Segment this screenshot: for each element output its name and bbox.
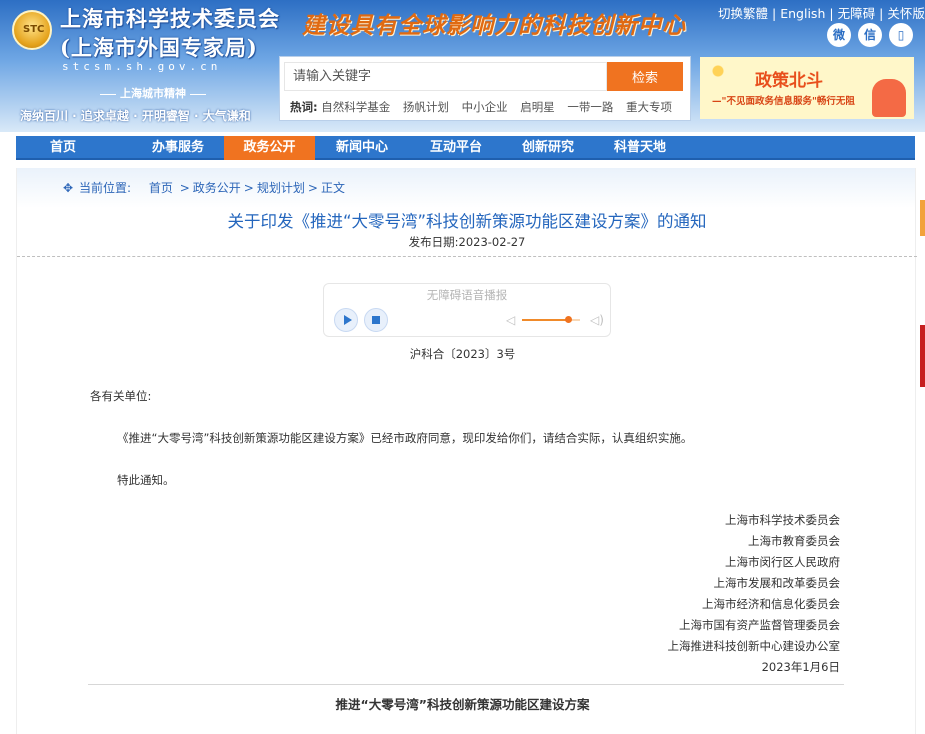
weibo-icon[interactable]: 微: [827, 23, 851, 47]
sign-date: 2023年1月6日: [761, 660, 840, 674]
breadcrumb-government-affairs[interactable]: 政务公开: [193, 181, 241, 195]
stop-icon[interactable]: [364, 308, 388, 332]
english-link[interactable]: English: [780, 6, 825, 21]
hot-word-link[interactable]: 重大专项: [626, 100, 672, 114]
top-links: 切换繁體 | English | 无障碍 | 关怀版: [718, 6, 925, 21]
divider: [17, 256, 917, 257]
volume-low-icon: ◁: [506, 313, 516, 327]
spirit-text: 海纳百川 · 追求卓越 · 开明睿智 · 大气谦和: [20, 109, 251, 123]
mobile-icon[interactable]: ▯: [889, 23, 913, 47]
search-input[interactable]: [284, 62, 607, 91]
hand-illustration-icon: [872, 79, 906, 117]
publish-date-value: 2023-02-27: [458, 235, 526, 249]
hot-word-link[interactable]: 启明星: [520, 100, 555, 114]
slogan: 建设具有全球影响力的科技创新中心: [302, 12, 686, 39]
breadcrumb-current: 正文: [320, 181, 345, 195]
hot-word-link[interactable]: 自然科学基金: [321, 100, 390, 114]
tts-title: 无障碍语音播报: [426, 288, 508, 302]
main-nav: 首页 办事服务 政务公开 新闻中心 互动平台 创新研究 科普天地: [16, 136, 915, 160]
body-paragraph: 特此通知。: [117, 473, 175, 487]
search-button[interactable]: 检索: [607, 62, 683, 91]
publish-date: 发布日期:2023-02-27: [17, 234, 917, 250]
volume-slider-knob[interactable]: [565, 316, 573, 323]
article-title: 关于印发《推进“大零号湾”科技创新策源功能区建设方案》的通知: [227, 212, 707, 231]
plan-title: 推进“大零号湾”科技创新策源功能区建设方案: [335, 697, 590, 712]
nav-item-science[interactable]: 科普天地: [593, 136, 687, 160]
salutation: 各有关单位:: [90, 389, 152, 403]
hot-word-link[interactable]: 中小企业: [462, 100, 508, 114]
accessibility-link[interactable]: 无障碍: [838, 6, 876, 21]
site-header: STC 上海市科学技术委员会 (上海市外国专家局) stcsm.sh.gov.c…: [0, 0, 925, 132]
nav-item-innovation[interactable]: 创新研究: [501, 136, 595, 160]
signer: 上海市经济和信息化委员会: [702, 597, 840, 611]
logo-emblem-icon[interactable]: STC: [12, 10, 52, 50]
spirit-title: 上海城市精神: [96, 85, 210, 101]
policy-banner-title: 政策北斗: [755, 71, 823, 91]
volume-slider[interactable]: [522, 316, 580, 323]
side-float-tab[interactable]: [920, 325, 925, 387]
signer: 上海市闵行区人民政府: [725, 555, 840, 569]
nav-item-home[interactable]: 首页: [16, 136, 110, 160]
side-float-tab[interactable]: [920, 200, 925, 236]
breadcrumb: ✥ 当前位置: 首页 > 政务公开 > 规划计划 > 正文: [63, 181, 345, 195]
traditional-chinese-link[interactable]: 切换繁體: [718, 6, 768, 21]
tts-player: 无障碍语音播报 ◁ ◁): [323, 283, 611, 337]
publish-date-label: 发布日期:: [408, 235, 459, 249]
signer: 上海市科学技术委员会: [725, 513, 840, 527]
nav-item-interaction[interactable]: 互动平台: [409, 136, 503, 160]
signer: 上海推进科技创新中心建设办公室: [667, 639, 841, 653]
nav-item-news[interactable]: 新闻中心: [315, 136, 409, 160]
volume-slider-fill: [522, 319, 569, 321]
breadcrumb-label: 当前位置:: [79, 181, 132, 195]
nav-item-services[interactable]: 办事服务: [131, 136, 225, 160]
divider: [88, 684, 844, 685]
hot-word-link[interactable]: 扬帆计划: [403, 100, 449, 114]
signer: 上海市国有资产监督管理委员会: [679, 618, 840, 632]
signers: 上海市科学技术委员会 上海市教育委员会 上海市闵行区人民政府 上海市发展和改革委…: [516, 510, 841, 678]
policy-banner-subtitle: —"不见面政务信息服务"畅行无阻: [712, 96, 855, 107]
nav-item-government-affairs[interactable]: 政务公开: [224, 136, 315, 160]
org-title[interactable]: 上海市科学技术委员会: [60, 3, 280, 33]
hot-words-label: 热词:: [290, 100, 318, 114]
play-icon[interactable]: [334, 308, 358, 332]
signer: 上海市教育委员会: [748, 534, 840, 548]
location-icon: ✥: [63, 181, 74, 195]
search-box: 检索 热词: 自然科学基金 扬帆计划 中小企业 启明星 一带一路 重大专项: [279, 56, 691, 121]
hot-word-link[interactable]: 一带一路: [567, 100, 613, 114]
document-number: 沪科合〔2023〕3号: [409, 347, 516, 361]
org-domain: stcsm.sh.gov.cn: [62, 60, 222, 73]
care-mode-link[interactable]: 关怀版: [887, 6, 925, 21]
body-paragraph: 《推进“大零号湾”科技创新策源功能区建设方案》已经市政府同意，现印发给你们，请结…: [117, 431, 693, 445]
org-subtitle[interactable]: (上海市外国专家局): [60, 32, 258, 62]
volume-high-icon: ◁): [590, 313, 604, 327]
breadcrumb-home[interactable]: 首页: [149, 181, 173, 195]
breadcrumb-planning[interactable]: 规划计划: [257, 181, 305, 195]
wechat-icon[interactable]: 信: [858, 23, 882, 47]
hot-words: 热词: 自然科学基金 扬帆计划 中小企业 启明星 一带一路 重大专项: [290, 99, 681, 115]
signer: 上海市发展和改革委员会: [713, 576, 841, 590]
policy-banner[interactable]: 政策北斗 —"不见面政务信息服务"畅行无阻: [700, 57, 914, 119]
